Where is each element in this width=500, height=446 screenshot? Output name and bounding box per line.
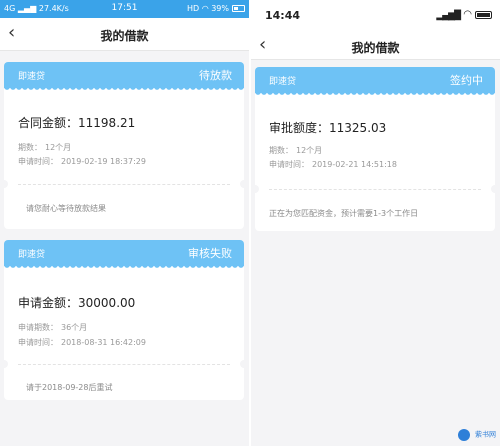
hd-indicator: HD xyxy=(186,4,200,13)
amount-row: 审批额度：11325.03 xyxy=(269,119,386,136)
divider xyxy=(18,184,230,185)
loan-status: 审核失败 xyxy=(188,247,232,260)
amount-label: 申请金额： xyxy=(18,296,79,310)
loan-card[interactable]: 即速贷 签约中 审批额度：11325.03 期数： 12个月 申请时间： 2019-… xyxy=(251,67,499,231)
term-row: 期数： 12个月 xyxy=(18,143,72,152)
watermark: 紫书网 xyxy=(457,424,496,443)
amount-value: 30000.00 xyxy=(78,296,136,310)
divider xyxy=(18,364,230,365)
ticket-notch xyxy=(0,180,8,188)
ticket-notch xyxy=(251,185,259,193)
card-footer-note: 请您耐心等待放款结果 xyxy=(26,204,106,213)
product-name: 即速贷 xyxy=(18,72,46,82)
ticket-notch xyxy=(240,180,248,188)
card-header: 即速贷 签约中 xyxy=(255,67,495,96)
page-title: 我的借款 xyxy=(351,41,400,55)
card-header: 即速贷 待放款 xyxy=(4,62,244,91)
ticket-notch xyxy=(0,360,8,368)
battery-icon xyxy=(232,5,245,12)
status-time: 14:44 xyxy=(265,9,301,22)
amount-label: 审批额度： xyxy=(269,121,330,135)
amount-row: 合同金额：11198.21 xyxy=(18,114,135,131)
term-row: 期数： 12个月 xyxy=(269,146,323,155)
card-footer-note: 正在为您匹配资金，预计需要1-3个工作日 xyxy=(269,209,419,218)
right-phone-screen: 14:44 ▂▄▆█ ◠ ‹ 我的借款 即速贷 签约中 审批额度：11325.0… xyxy=(251,0,500,446)
left-phone-screen: 4G ▂▄▆ 27.4K/s 17:51 HD ◠ 39% ‹ 我的借款 即速贷… xyxy=(0,0,249,446)
nav-bar: ‹ 我的借款 xyxy=(0,18,249,51)
apply-time-row: 申请时间： 2019-02-19 18:37:29 xyxy=(18,157,146,166)
loan-status: 签约中 xyxy=(450,74,483,87)
watermark-text: 紫书网 xyxy=(475,430,496,439)
status-bar: 14:44 ▂▄▆█ ◠ xyxy=(251,0,500,30)
ticket-notch xyxy=(240,360,248,368)
battery-icon xyxy=(475,11,492,19)
card-footer-note: 请于2018-09-28后重试 xyxy=(26,383,113,392)
wifi-icon: ◠ xyxy=(201,4,209,13)
term-row: 申请期数： 36个月 xyxy=(18,323,88,332)
page-title: 我的借款 xyxy=(100,29,149,43)
loan-card[interactable]: 即速贷 待放款 合同金额：11198.21 期数： 12个月 申请时间： 2019-… xyxy=(0,62,248,229)
wifi-icon: ◠ xyxy=(463,9,472,20)
amount-label: 合同金额： xyxy=(18,116,79,130)
nav-bar: ‹ 我的借款 xyxy=(251,30,500,60)
divider xyxy=(269,189,481,190)
apply-time-row: 申请时间： 2019-02-21 14:51:18 xyxy=(269,160,397,169)
signal-icon: ▂▄▆█ xyxy=(436,11,461,21)
status-bar: 4G ▂▄▆ 27.4K/s 17:51 HD ◠ 39% xyxy=(0,0,249,18)
ticket-notch xyxy=(491,185,499,193)
card-header: 即速贷 审核失败 xyxy=(4,240,244,269)
product-name: 即速贷 xyxy=(18,250,46,260)
amount-value: 11325.03 xyxy=(329,121,387,135)
loan-card[interactable]: 即速贷 审核失败 申请金额：30000.00 申请期数： 36个月 申请时间： 20… xyxy=(0,240,248,400)
product-name: 即速贷 xyxy=(269,77,297,87)
apply-time-row: 申请时间： 2018-08-31 16:42:09 xyxy=(18,338,146,347)
loan-status: 待放款 xyxy=(199,69,232,82)
watermark-logo-icon xyxy=(457,428,470,441)
amount-row: 申请金额：30000.00 xyxy=(18,294,135,311)
battery-percent: 39% xyxy=(211,4,229,13)
amount-value: 11198.21 xyxy=(78,116,136,130)
